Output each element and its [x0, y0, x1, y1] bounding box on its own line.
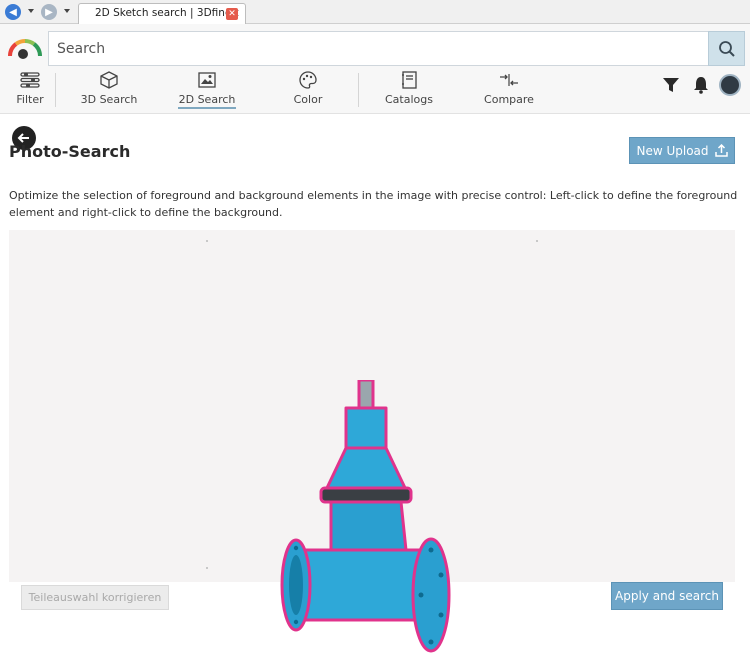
browser-tab[interactable]: 2D Sketch search | 3Dfindit ✕	[78, 3, 246, 24]
browser-back-icon[interactable]: ◀	[5, 4, 21, 20]
main-panel: Photo-Search New Upload Optimize the sel…	[0, 115, 750, 653]
upload-icon	[714, 144, 728, 157]
apply-and-search-label: Apply and search	[615, 589, 719, 603]
correct-selection-label: Teileauswahl korrigieren	[28, 591, 162, 604]
funnel-icon[interactable]	[662, 76, 680, 94]
cube-icon	[100, 71, 118, 89]
toolbar-2d-search[interactable]: 2D Search	[178, 70, 236, 110]
image-selection-canvas[interactable]	[9, 230, 735, 653]
search-input[interactable]	[49, 32, 710, 65]
corner-marker	[206, 567, 208, 569]
gate-valve-image[interactable]	[271, 380, 471, 660]
search-button[interactable]	[708, 31, 745, 66]
bell-icon[interactable]	[692, 76, 710, 94]
instructions-text: Optimize the selection of foreground and…	[9, 189, 738, 219]
toolbar-label: Compare	[484, 93, 534, 106]
browser-forward-icon[interactable]: ▶	[41, 4, 57, 20]
page-title: Photo-Search	[9, 142, 131, 161]
search-icon	[718, 40, 735, 57]
palette-icon	[299, 71, 317, 89]
toolbar-label: Color	[293, 93, 323, 106]
app-header: Filter 3D Search 2D Search Color	[0, 24, 750, 114]
browser-chrome: ◀ ▶ 2D Sketch search | 3Dfindit ✕	[0, 0, 750, 24]
filter-sliders-icon	[20, 72, 40, 88]
toolbar-divider	[55, 73, 56, 107]
search-box	[48, 31, 710, 66]
toolbar-label: Catalogs	[385, 93, 433, 106]
toolbar-color[interactable]: Color	[288, 70, 328, 110]
new-upload-button[interactable]: New Upload	[629, 137, 735, 164]
catalog-icon	[402, 71, 417, 89]
toolbar-catalogs[interactable]: Catalogs	[384, 70, 434, 110]
correct-selection-button[interactable]: Teileauswahl korrigieren	[21, 585, 169, 610]
new-upload-label: New Upload	[636, 143, 709, 158]
tab-close-icon[interactable]: ✕	[226, 8, 238, 20]
toolbar-divider	[358, 73, 359, 107]
back-dropdown-icon[interactable]	[28, 9, 34, 13]
image-icon	[198, 72, 216, 88]
corner-marker	[536, 240, 538, 242]
apply-and-search-button[interactable]: Apply and search	[611, 582, 723, 610]
forward-dropdown-icon[interactable]	[64, 9, 70, 13]
tab-title: 2D Sketch search | 3Dfindit	[95, 7, 239, 19]
toolbar-label: 2D Search	[178, 93, 236, 109]
toolbar-compare[interactable]: Compare	[482, 70, 536, 110]
compare-arrows-icon	[500, 74, 518, 86]
toolbar-3d-search[interactable]: 3D Search	[78, 70, 140, 110]
toolbar-filter[interactable]: Filter	[12, 70, 48, 110]
toolbar-label: 3D Search	[80, 93, 138, 106]
toolbar-label: Filter	[16, 93, 44, 106]
logo-gauge-icon	[8, 39, 42, 59]
avatar[interactable]	[719, 74, 741, 96]
corner-marker	[206, 240, 208, 242]
